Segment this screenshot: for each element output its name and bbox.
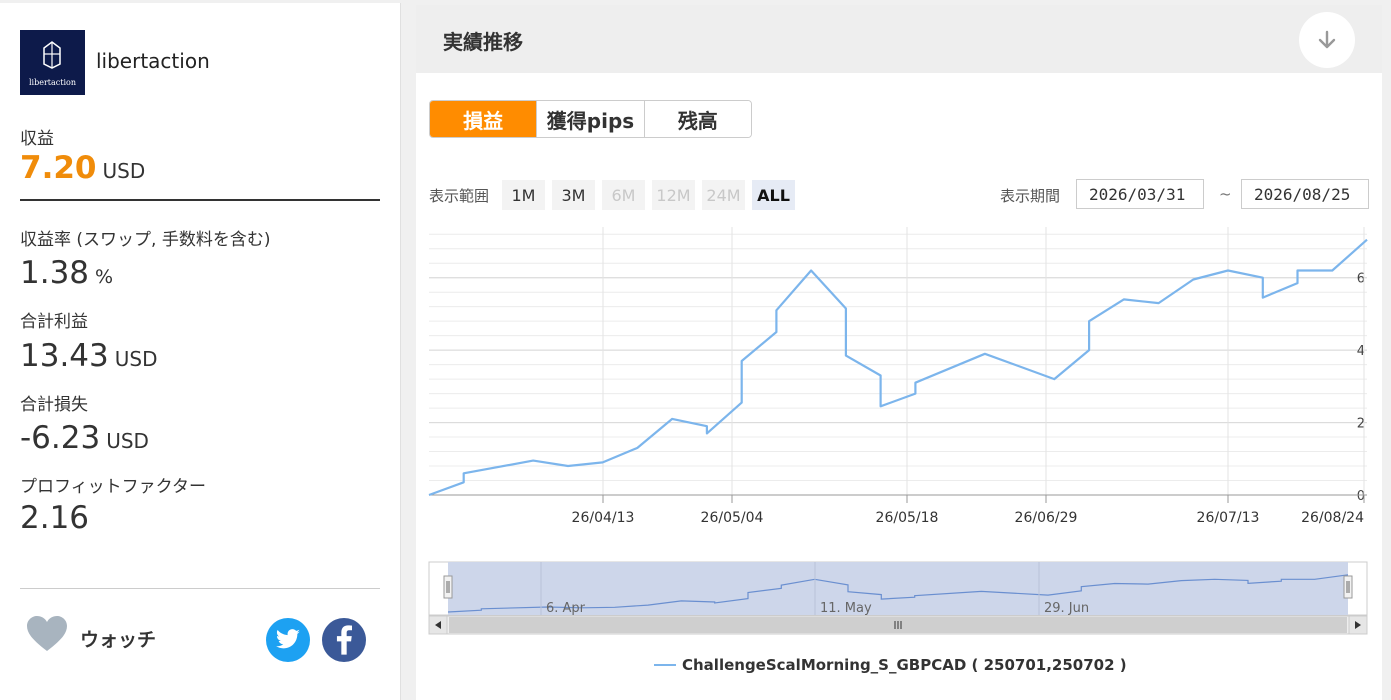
legend-label: ChallengeScalMorning_S_GBPCAD ( 250701,2… — [682, 656, 1127, 674]
x-tick-label: 26/08/24 — [1301, 510, 1364, 526]
x-tick-label: 26/07/13 — [1197, 510, 1260, 526]
profit-number: 7.20 — [20, 150, 97, 186]
plot-area — [429, 227, 1367, 495]
total-loss-unit: USD — [106, 429, 149, 453]
rate-number: 1.38 — [20, 255, 90, 291]
profit-divider — [20, 199, 380, 201]
navigator-handle-right[interactable] — [1343, 575, 1353, 599]
x-tick-label: 26/04/13 — [572, 510, 635, 526]
total-loss-label: 合計損失 — [20, 395, 88, 415]
total-profit-label: 合計利益 — [20, 312, 88, 332]
navigator-label: 29. Jun — [1044, 601, 1089, 616]
total-profit-unit: USD — [114, 347, 158, 371]
profit-label: 収益 — [20, 129, 54, 149]
x-tick-label: 26/06/29 — [1015, 510, 1078, 526]
performance-chart: 024626/04/13 26/05/04 26/05/18 26/06/29 26/0… — [428, 227, 1368, 635]
profit-factor-value: 2.16 — [20, 500, 90, 536]
x-tick-label: 26/05/04 — [701, 510, 764, 526]
total-loss-number: -6.23 — [20, 420, 101, 456]
total-loss-value: -6.23 USD — [20, 420, 149, 456]
twitter-icon — [275, 629, 300, 649]
x-tick-label: 26/05/18 — [876, 510, 939, 526]
profit-factor-label: プロフィットファクター — [20, 477, 206, 497]
chart-legend-item[interactable]: ChallengeScalMorning_S_GBPCAD ( 250701,2… — [654, 656, 1127, 674]
account-logo: libertaction — [20, 30, 85, 95]
account-summary-panel: libertaction libertaction 収益 7.20 USD 収益率… — [0, 3, 401, 700]
watch-label[interactable]: ウォッチ — [80, 625, 156, 652]
total-profit-number: 13.43 — [20, 338, 109, 374]
total-profit-value: 13.43 USD — [20, 338, 157, 374]
logo-text: libertaction — [28, 78, 76, 87]
performance-panel: 実績推移 損益 獲得pips 残高 表示範囲 1M 3M 6M 12M 24M … — [416, 5, 1382, 700]
rate-value: 1.38% — [20, 255, 113, 291]
navigator-label: 6. Apr — [546, 601, 586, 616]
rate-unit: % — [95, 266, 114, 288]
facebook-share-button[interactable] — [322, 618, 366, 662]
account-name[interactable]: libertaction — [96, 49, 210, 73]
section-divider — [20, 588, 380, 589]
heart-icon[interactable] — [26, 615, 68, 653]
facebook-icon — [336, 625, 352, 655]
navigator-handle-left[interactable] — [443, 575, 453, 599]
legend-swatch — [654, 664, 676, 666]
navigator-label: 11. May — [820, 601, 872, 616]
profit-unit: USD — [102, 159, 146, 183]
twitter-share-button[interactable] — [266, 618, 310, 662]
rate-label: 収益率 (スワップ, 手数料を含む) — [20, 230, 271, 250]
profit-value: 7.20 USD — [20, 150, 145, 186]
